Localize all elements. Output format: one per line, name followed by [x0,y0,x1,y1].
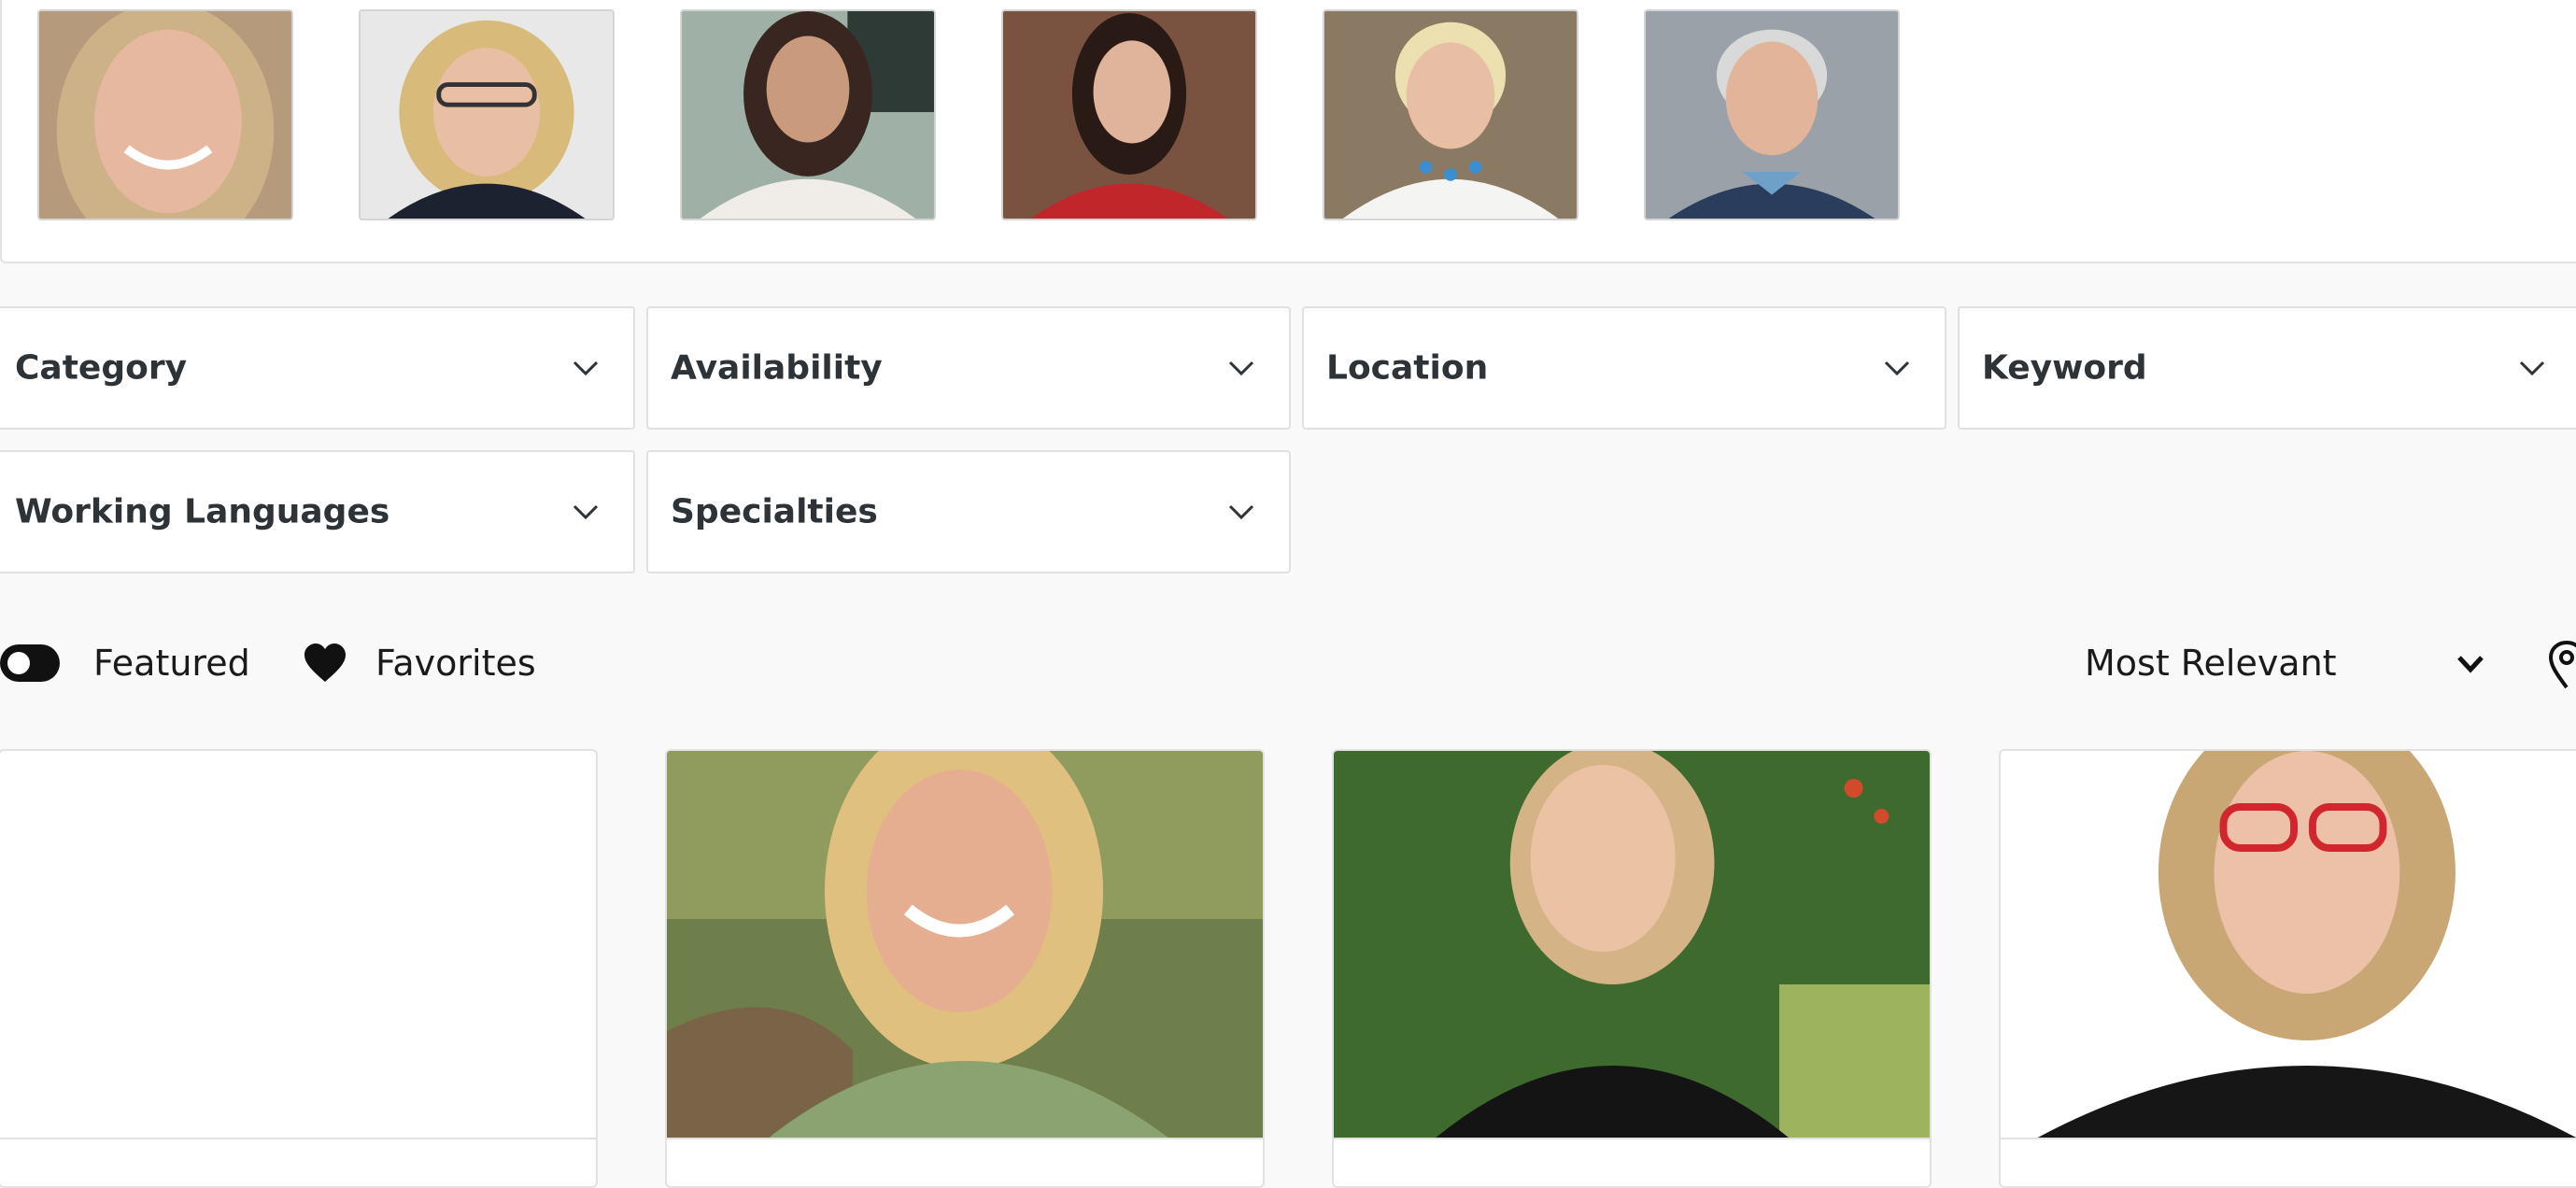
sort-value: Most Relevant [2085,643,2337,684]
profile-card[interactable] [1999,749,2576,1188]
toggle-knob [7,652,30,674]
results-toolbar: Featured Favorites Most Relevant [0,626,2576,700]
working-languages-filter[interactable]: Working Languages [0,450,635,573]
chevron-down-icon [1884,361,1910,376]
category-filter-label: Category [15,348,188,388]
card-divider [667,1138,1263,1139]
profile-card[interactable] [665,749,1265,1188]
chevron-down-icon [573,504,599,520]
featured-expert-photo-6[interactable] [1644,9,1900,220]
chevron-down-icon [1228,361,1254,376]
category-filter[interactable]: Category [0,306,635,430]
availability-filter-label: Availability [671,348,883,388]
chevron-down-icon [2519,361,2545,376]
favorites-label[interactable]: Favorites [375,644,536,682]
chevron-down-icon [573,361,599,376]
portrait-photo-woman-red-glasses [2001,751,2576,1138]
chevron-down-icon [2457,656,2484,673]
availability-filter[interactable]: Availability [646,306,1291,430]
portrait-photo-woman-green-shirt [667,751,1263,1138]
card-divider [1334,1138,1930,1139]
portrait-photo-woman-black-top [1334,751,1930,1138]
featured-experts-strip [0,0,2576,263]
sort-dropdown[interactable]: Most Relevant [2074,635,2503,691]
featured-expert-photo-3[interactable] [680,9,936,220]
specialties-filter-label: Specialties [671,492,878,531]
profile-card[interactable] [0,749,598,1188]
map-pin-icon[interactable] [2548,641,2576,689]
keyword-filter[interactable]: Keyword [1958,306,2576,430]
card-divider [2001,1138,2576,1139]
location-filter[interactable]: Location [1302,306,1946,430]
featured-label: Featured [93,643,250,684]
keyword-filter-label: Keyword [1982,348,2147,388]
location-filter-label: Location [1326,348,1489,388]
profile-card[interactable] [1332,749,1932,1188]
featured-expert-photo-5[interactable] [1323,9,1578,220]
specialties-filter[interactable]: Specialties [646,450,1291,573]
heart-icon[interactable] [303,643,347,684]
featured-expert-photo-1[interactable] [37,9,293,220]
featured-expert-photo-2[interactable] [359,9,615,220]
featured-expert-photo-4[interactable] [1001,9,1257,220]
working-languages-filter-label: Working Languages [15,492,390,531]
empty-photo-placeholder [0,751,596,1138]
featured-toggle[interactable] [0,644,60,682]
chevron-down-icon [1228,504,1254,520]
card-divider [0,1138,596,1139]
